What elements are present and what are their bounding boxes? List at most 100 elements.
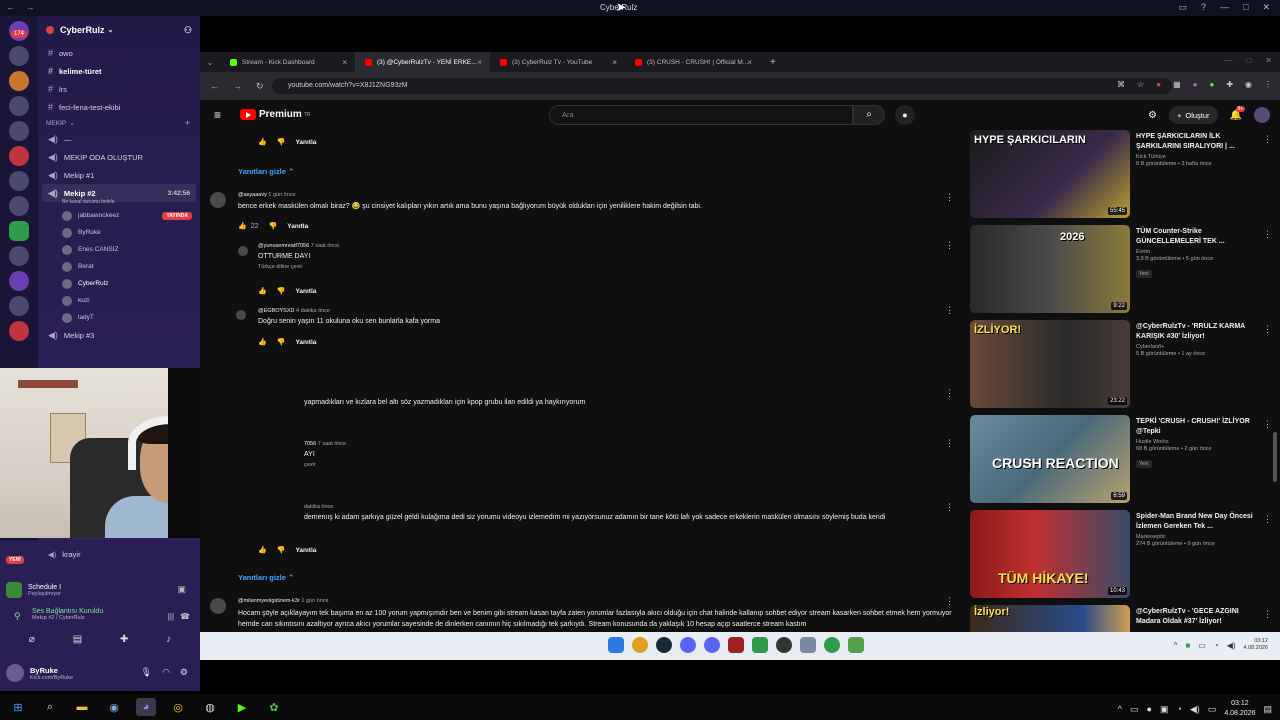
translate-icon[interactable]: ⌘	[1117, 80, 1125, 89]
video-title[interactable]: TEPKİ 'CRUSH - CRUSH!' İZLİYOR @Tepki	[1136, 417, 1256, 437]
discord-icon[interactable]	[704, 637, 720, 653]
kick-icon[interactable]: ▶	[232, 698, 252, 716]
reply-button[interactable]: Yanıtla	[295, 139, 316, 146]
volume-icon[interactable]: ◀)	[1190, 704, 1200, 715]
video-card[interactable]: İZLİYOR! 23:22 @CyberRulzTv - 'RRULZ KAR…	[970, 320, 1280, 410]
screen-share-icon[interactable]: ▤	[73, 634, 82, 650]
server-icon[interactable]	[9, 246, 29, 266]
activity-card[interactable]: Schedule I Paylaşılmıyor ▣	[6, 578, 194, 602]
steam-icon[interactable]: ◉	[104, 698, 124, 716]
channel-name[interactable]: Hustle Works	[1136, 439, 1256, 445]
search-icon[interactable]: ⌕	[40, 698, 60, 716]
tray-icon[interactable]: ▣	[1160, 704, 1169, 715]
comment-author[interactable]: @asyaaavy	[238, 192, 267, 198]
translate-link[interactable]: Türkçe diline çevir	[258, 264, 938, 270]
tray-icon[interactable]: ▭	[1198, 641, 1206, 650]
video-card[interactable]: 2026 9:22 TÜM Counter-Strike GÜNCELLEMEL…	[970, 225, 1280, 315]
tab-search-icon[interactable]: ⌄	[200, 58, 220, 67]
video-title[interactable]: TÜM Counter-Strike GÜNCELLEMELERİ TEK ..…	[1136, 227, 1256, 247]
dislike-icon[interactable]: 👎	[269, 222, 278, 230]
create-button[interactable]: + Oluştur	[1168, 106, 1218, 124]
chevron-up-icon[interactable]: ^	[1174, 641, 1178, 650]
search-input[interactable]: Ara	[549, 105, 853, 125]
more-options-icon[interactable]: ⋮	[945, 305, 954, 316]
steam-icon[interactable]	[656, 637, 672, 653]
chevron-up-icon[interactable]: ^	[1118, 704, 1122, 714]
extension-icon[interactable]: ●	[1156, 80, 1161, 89]
microphone-icon[interactable]: ●	[1147, 704, 1152, 714]
chrome-icon[interactable]: ◎	[168, 698, 188, 716]
channel-name[interactable]: Evrim	[1136, 249, 1256, 255]
app-icon[interactable]	[752, 637, 768, 653]
avatar[interactable]	[210, 192, 226, 208]
video-title[interactable]: Spider-Man Brand New Day Öncesi İzlemen …	[1136, 512, 1256, 532]
youtube-logo[interactable]: Premium TR	[240, 109, 310, 120]
app-icon[interactable]	[728, 637, 744, 653]
hide-replies-button[interactable]: Yanıtları gizle ⌃	[238, 573, 294, 582]
soundboard-icon[interactable]: ♪	[166, 634, 171, 650]
server-header[interactable]: CyberRulz ⌄ ⚇	[38, 16, 200, 44]
voice-channel-item[interactable]: ◀) —	[38, 130, 200, 148]
voice-channel-item[interactable]: ◀) krayir	[0, 546, 200, 562]
close-tab-icon[interactable]: ×	[747, 58, 752, 67]
windows-start-icon[interactable]: ⊞	[8, 698, 28, 716]
avatar[interactable]	[1254, 107, 1270, 123]
wifi-icon[interactable]: ◔	[1176, 704, 1181, 714]
taskbar-clock[interactable]: 03:12 4.08.2026	[1224, 699, 1255, 719]
video-thumbnail[interactable]: 2026 9:22	[970, 225, 1130, 313]
browser-tab[interactable]: (3) CRUSH - CRUSH! | Official M... ×	[625, 52, 760, 72]
avatar[interactable]	[238, 246, 248, 256]
server-icon[interactable]	[9, 221, 29, 241]
avatar[interactable]	[210, 598, 226, 614]
like-icon[interactable]: 👍	[258, 287, 267, 295]
voice-member[interactable]: ByRuke	[38, 224, 200, 241]
more-options-icon[interactable]: ⋮	[945, 438, 954, 449]
video-card[interactable]: CRUSH REACTION 6:59 TEPKİ 'CRUSH - CRUSH…	[970, 415, 1280, 505]
more-options-icon[interactable]: ⋮	[1263, 514, 1272, 525]
controller-icon[interactable]: ▣	[177, 584, 186, 595]
more-options-icon[interactable]: ⋮	[945, 192, 954, 203]
voice-channel-active[interactable]: ◀) Mekip #2 3:42:56	[42, 184, 196, 202]
close-tab-icon[interactable]: ×	[477, 58, 482, 67]
volume-icon[interactable]: ◀)	[1227, 641, 1236, 650]
like-icon[interactable]: 👍	[258, 138, 267, 146]
voice-search-button[interactable]: ●	[895, 105, 915, 125]
tray-icon[interactable]: ■	[1185, 641, 1190, 650]
more-options-icon[interactable]: ⋮	[1263, 134, 1272, 145]
scrollbar[interactable]	[1273, 432, 1277, 482]
puzzle-icon[interactable]: ✚	[1226, 80, 1233, 89]
like-icon[interactable]: 👍	[258, 338, 267, 346]
reply-button[interactable]: Yanıtla	[287, 223, 308, 230]
help-icon[interactable]: ?	[1201, 2, 1206, 13]
server-icon[interactable]	[9, 171, 29, 191]
settings-icon[interactable]: ⚙	[180, 667, 188, 678]
reload-icon[interactable]: ↻	[256, 81, 264, 92]
channel-item[interactable]: # lrs	[38, 80, 200, 98]
bookmark-star-icon[interactable]: ☆	[1137, 80, 1144, 89]
video-title[interactable]: @CyberRulzTv - 'GECE AZGINI Madara Oldak…	[1136, 607, 1256, 627]
forward-icon[interactable]: →	[233, 81, 242, 92]
browser-tab-active[interactable]: (3) @CyberRulzTv - YENİ ERKE... ×	[355, 52, 490, 72]
video-thumbnail[interactable]: CRUSH REACTION 6:59	[970, 415, 1130, 503]
windows-start-icon[interactable]	[608, 637, 624, 653]
headphones-icon[interactable]: ◠	[162, 667, 170, 678]
channel-item[interactable]: # feci-fena-test-ekibi	[38, 98, 200, 116]
server-icon[interactable]	[9, 296, 29, 316]
minimize-icon[interactable]: —	[1220, 2, 1229, 13]
server-icon[interactable]	[9, 46, 29, 66]
comment-author[interactable]: @yunusemreatf7056	[258, 243, 309, 249]
channel-name[interactable]: Markeseptic	[1136, 534, 1256, 540]
url-field[interactable]: youtube.com/watch?v=X8J1ZNG93zM	[272, 78, 1172, 94]
more-options-icon[interactable]: ⋮	[945, 502, 954, 513]
close-icon[interactable]: ✕	[1265, 56, 1272, 65]
channel-name[interactable]: Kick Türkiye	[1136, 154, 1256, 160]
more-options-icon[interactable]: ⋮	[945, 596, 954, 607]
maximize-icon[interactable]: □	[1243, 2, 1248, 13]
server-icon[interactable]	[9, 71, 29, 91]
discord-icon[interactable]	[680, 637, 696, 653]
search-button[interactable]: ⌕	[853, 105, 885, 125]
avatar[interactable]	[236, 310, 246, 320]
disconnect-icon[interactable]: ☎	[180, 612, 190, 621]
window-nav-arrows[interactable]: ← →	[6, 2, 39, 12]
extension-icon[interactable]: ●	[1193, 80, 1198, 89]
